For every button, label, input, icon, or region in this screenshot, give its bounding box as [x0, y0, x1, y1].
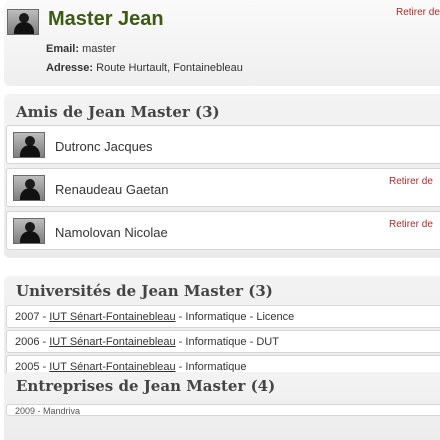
company-row: 2009 - Mandriva [6, 404, 440, 416]
friend-row[interactable]: Dutronc Jacques [6, 125, 440, 164]
friend-row[interactable]: Renaudeau Gaetan Retirer de [6, 168, 440, 207]
friend-row[interactable]: Namolovan Nicolae Retirer de [6, 211, 440, 250]
address-value: Route Hurtault, Fontainebleau [96, 62, 243, 74]
address-label: Adresse: [46, 62, 94, 74]
friend-name[interactable]: Dutronc Jacques [55, 139, 153, 154]
university-link[interactable]: IUT Sénart-Fontainebleau [49, 311, 175, 323]
email-label: Email: [46, 43, 80, 55]
university-row: 2007 - IUT Sénart-Fontainebleau - Inform… [6, 305, 440, 328]
university-row: 2006 - IUT Sénart-Fontainebleau - Inform… [6, 330, 440, 353]
universities-title: Universités de Jean Master (3) [16, 282, 273, 300]
university-year: 2006 - [15, 336, 50, 348]
user-avatar-icon [13, 218, 45, 244]
email-line: Email: master [46, 43, 116, 55]
university-link[interactable]: IUT Sénart-Fontainebleau [49, 336, 175, 348]
university-detail: - Informatique - Licence [175, 311, 295, 323]
university-year: 2007 - [15, 311, 50, 323]
email-value: master [82, 43, 116, 55]
universities-panel: Universités de Jean Master (3) 2007 - IU… [4, 276, 440, 380]
friends-title: Amis de Jean Master (3) [16, 103, 220, 121]
user-avatar-icon [13, 132, 45, 158]
friend-name[interactable]: Namolovan Nicolae [55, 225, 168, 240]
remove-profile-link[interactable]: Retirer de [396, 7, 440, 18]
friend-name[interactable]: Renaudeau Gaetan [55, 182, 168, 197]
profile-name: Master Jean [48, 8, 164, 30]
profile-panel: Master Jean Retirer de Email: master Adr… [4, 0, 440, 86]
user-avatar-icon [13, 175, 45, 201]
address-line: Adresse: Route Hurtault, Fontainebleau [46, 62, 243, 74]
friends-panel: Amis de Jean Master (3) Dutronc Jacques … [4, 94, 440, 258]
companies-panel: Entreprises de Jean Master (4) 2009 - Ma… [4, 372, 440, 440]
user-avatar-icon [7, 9, 39, 35]
remove-friend-link[interactable]: Retirer de [389, 176, 433, 187]
university-detail: - Informatique - DUT [175, 336, 279, 348]
companies-title: Entreprises de Jean Master (4) [16, 377, 276, 395]
remove-friend-link[interactable]: Retirer de [389, 219, 433, 230]
